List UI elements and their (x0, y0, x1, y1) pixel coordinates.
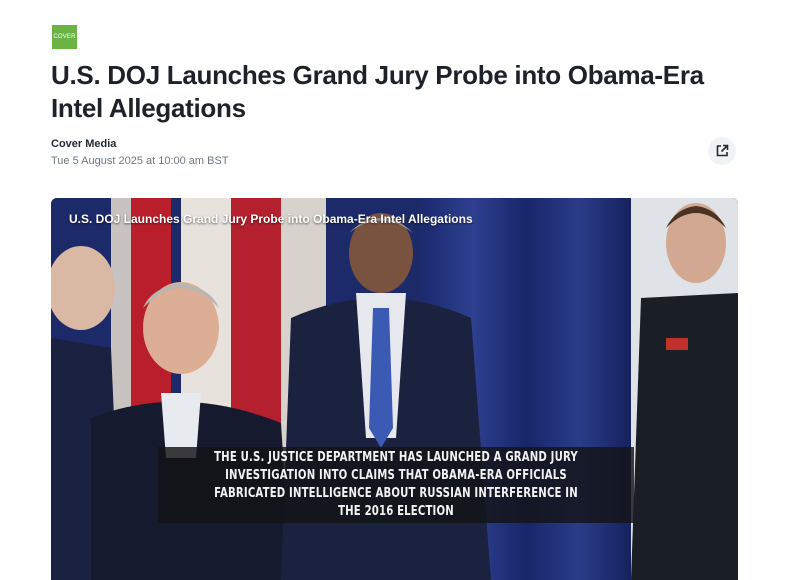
external-link-icon (716, 144, 729, 157)
video-player[interactable]: U.S. DOJ Launches Grand Jury Probe into … (51, 198, 738, 580)
caption-text: The U.S. Justice Department has launched… (214, 450, 578, 519)
article-title: U.S. DOJ Launches Grand Jury Probe into … (51, 60, 704, 123)
article-date: Tue 5 August 2025 at 10:00 am BST (51, 155, 229, 167)
share-button[interactable] (708, 137, 736, 165)
video-title: U.S. DOJ Launches Grand Jury Probe into … (69, 212, 473, 226)
article-author[interactable]: Cover Media (51, 138, 116, 150)
video-caption: The U.S. Justice Department has launched… (158, 447, 634, 523)
publisher-logo[interactable]: COVER (52, 25, 77, 49)
